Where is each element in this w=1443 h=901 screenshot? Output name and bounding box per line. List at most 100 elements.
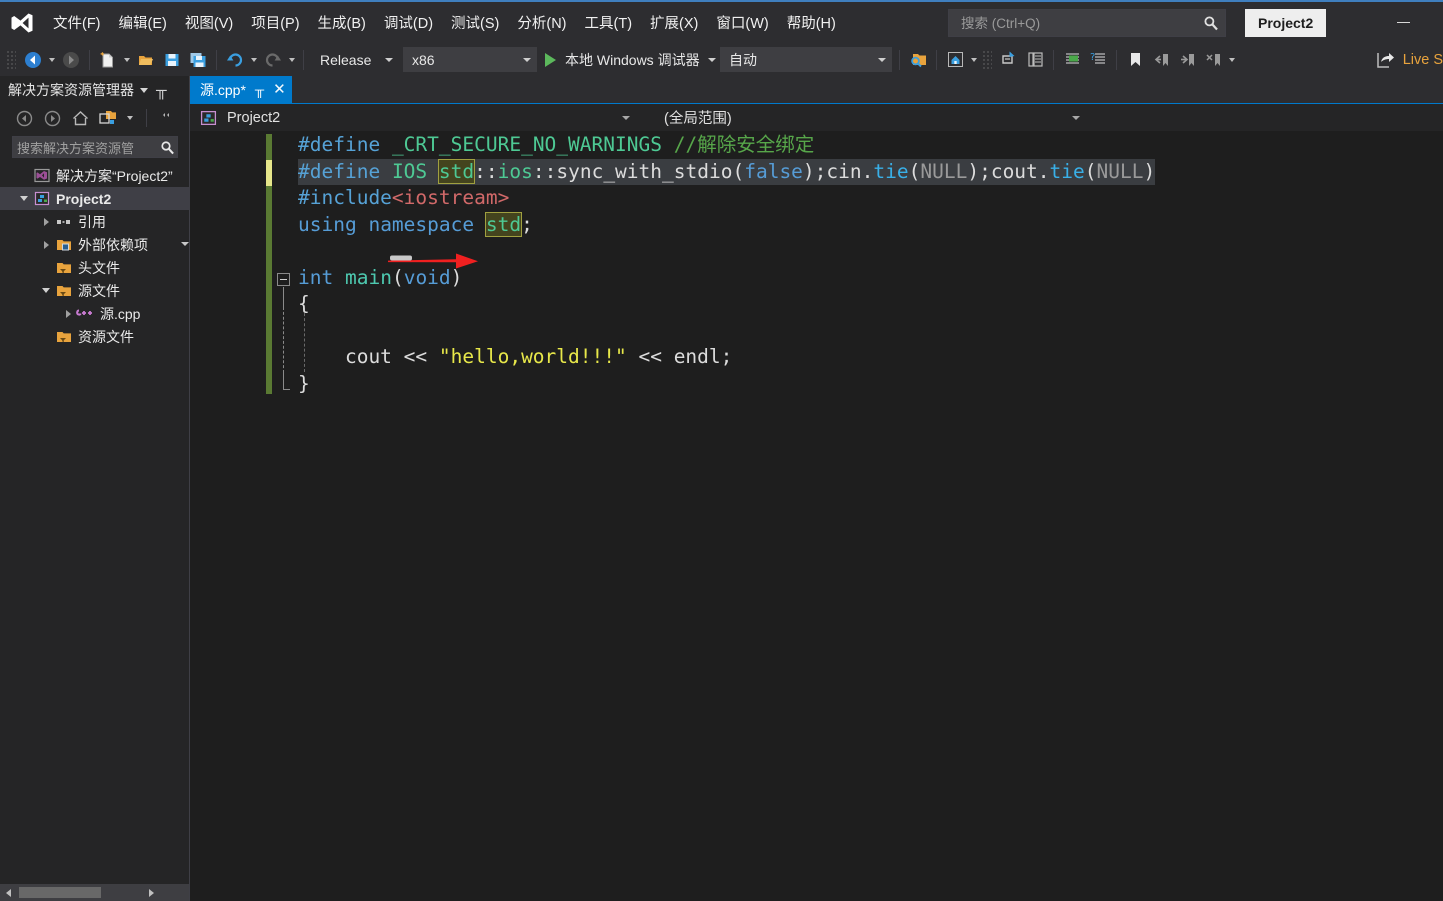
- menu-window[interactable]: 窗口(W): [707, 2, 777, 43]
- auto-combo[interactable]: 自动: [720, 47, 892, 72]
- menu-file[interactable]: 文件(F): [44, 2, 110, 43]
- live-share-button[interactable]: Live S: [1375, 43, 1443, 76]
- chevron-down-icon[interactable]: [140, 88, 148, 93]
- menu-analyze[interactable]: 分析(N): [508, 2, 575, 43]
- undo-dropdown[interactable]: [248, 47, 260, 73]
- tree-expander-collapsed[interactable]: [60, 306, 76, 322]
- show-all-files-icon: [98, 109, 118, 127]
- pin-tab-icon[interactable]: ╥: [255, 82, 264, 97]
- tab-source-cpp[interactable]: 源.cpp* ╥ ✕: [190, 76, 292, 103]
- open-file-button[interactable]: [133, 47, 159, 73]
- code-editor-surface[interactable]: #define _CRT_SECURE_NO_WARNINGS //解除安全绑定…: [190, 132, 1443, 884]
- tree-expander: [16, 168, 32, 184]
- toolbar-grip[interactable]: [982, 50, 992, 70]
- navigate-back-dropdown[interactable]: [46, 47, 58, 73]
- toolbar-separator: [216, 50, 217, 70]
- menu-view-label: 视图(V): [185, 12, 233, 33]
- menu-edit[interactable]: 编辑(E): [110, 2, 176, 43]
- redo-icon: [264, 51, 282, 69]
- hscroll-thumb[interactable]: [19, 887, 101, 898]
- properties-window-button[interactable]: [1022, 47, 1048, 73]
- toolbar-overflow-button[interactable]: [1226, 47, 1238, 73]
- menu-project[interactable]: 项目(P): [242, 2, 308, 43]
- undo-button[interactable]: [222, 47, 248, 73]
- tree-expander-expanded[interactable]: [38, 283, 54, 299]
- global-search-input[interactable]: [959, 15, 1203, 32]
- toolbox-button[interactable]: [996, 47, 1022, 73]
- new-file-button[interactable]: [95, 47, 121, 73]
- sln-show-all-files-button[interactable]: [96, 107, 120, 129]
- menu-debug[interactable]: 调试(D): [375, 2, 442, 43]
- new-file-icon: [99, 51, 117, 69]
- clear-bookmarks-icon: [1204, 50, 1223, 69]
- navigate-forward-button[interactable]: [58, 47, 84, 73]
- toggle-bookmark-button[interactable]: [1122, 47, 1148, 73]
- toolbar-grip[interactable]: [6, 50, 16, 70]
- scroll-right-button[interactable]: [143, 884, 160, 901]
- menu-view[interactable]: 视图(V): [176, 2, 242, 43]
- forward-icon: [44, 110, 61, 127]
- indent-button[interactable]: [1059, 47, 1085, 73]
- code-line-9: cout << "hello,world!!!" << endl;: [298, 344, 732, 371]
- debug-target-combo[interactable]: 本地 Windows 调试器: [563, 47, 716, 72]
- fold-guide-end: [283, 389, 290, 390]
- menu-help[interactable]: 帮助(H): [778, 2, 845, 43]
- save-all-button[interactable]: [185, 47, 211, 73]
- save-all-icon: [189, 51, 207, 69]
- minimize-button[interactable]: [1380, 2, 1426, 43]
- tree-node-source-cpp[interactable]: 源.cpp: [0, 302, 190, 325]
- save-button[interactable]: [159, 47, 185, 73]
- tree-expander-expanded[interactable]: [16, 191, 32, 207]
- toolbar-separator: [89, 50, 90, 70]
- solution-explorer-button[interactable]: [942, 47, 968, 73]
- menu-extensions[interactable]: 扩展(X): [641, 2, 707, 43]
- tree-expander-collapsed[interactable]: [38, 214, 54, 230]
- new-file-dropdown[interactable]: [121, 47, 133, 73]
- code-line-3: #include<iostream>: [298, 185, 509, 212]
- toolbar-separator: [303, 50, 304, 70]
- live-share-label: Live S: [1403, 52, 1443, 68]
- menu-build[interactable]: 生成(B): [309, 2, 375, 43]
- navbar-project-combo[interactable]: Project2: [190, 104, 640, 132]
- navbar-scope-combo[interactable]: (全局范围): [640, 104, 1090, 132]
- next-bookmark-button[interactable]: [1174, 47, 1200, 73]
- tree-node-header-files[interactable]: 头文件: [0, 256, 190, 279]
- solution-explorer-dropdown[interactable]: [968, 47, 980, 73]
- sln-collapse-all-button[interactable]: [157, 107, 181, 129]
- start-debugging-button[interactable]: [539, 47, 561, 73]
- solution-platform-combo[interactable]: x86: [403, 47, 537, 72]
- clear-bookmarks-button[interactable]: [1200, 47, 1226, 73]
- scroll-left-button[interactable]: [0, 884, 17, 901]
- global-search-box[interactable]: [948, 9, 1226, 37]
- close-icon[interactable]: ✕: [273, 82, 286, 97]
- tree-node-references[interactable]: 引用: [0, 210, 190, 233]
- tree-node-label: 解决方案“Project2”: [56, 166, 173, 186]
- solution-explorer-hscrollbar[interactable]: [0, 884, 190, 901]
- sln-back-button[interactable]: [12, 107, 36, 129]
- sln-toolbar-dropdown[interactable]: [124, 105, 136, 131]
- tree-expander-collapsed[interactable]: [38, 237, 54, 253]
- solution-explorer-search-box[interactable]: 搜索解决方案资源管: [12, 136, 178, 158]
- navigate-back-button[interactable]: [20, 47, 46, 73]
- pin-icon[interactable]: ╥: [156, 83, 167, 98]
- tree-node-solution[interactable]: 解决方案“Project2”: [0, 164, 190, 187]
- navigate-forward-icon: [62, 51, 80, 69]
- redo-dropdown[interactable]: [286, 47, 298, 73]
- redo-button[interactable]: [260, 47, 286, 73]
- sln-forward-button[interactable]: [40, 107, 64, 129]
- menu-test[interactable]: 测试(S): [442, 2, 508, 43]
- find-in-files-button[interactable]: [905, 47, 931, 73]
- comment-button[interactable]: ?: [1085, 47, 1111, 73]
- tree-node-resource-files[interactable]: 资源文件: [0, 325, 190, 348]
- sln-home-button[interactable]: [68, 107, 92, 129]
- menu-tools[interactable]: 工具(T): [576, 2, 642, 43]
- previous-bookmark-button[interactable]: [1148, 47, 1174, 73]
- tree-node-source-files[interactable]: 源文件: [0, 279, 190, 302]
- home-icon: [71, 109, 90, 127]
- search-icon: [160, 140, 175, 155]
- chevron-down-icon: [523, 58, 531, 62]
- active-project-badge[interactable]: Project2: [1245, 9, 1326, 37]
- tree-node-external-dependencies[interactable]: 外部依赖项: [0, 233, 190, 256]
- solution-configuration-combo[interactable]: Release: [311, 47, 399, 72]
- tree-node-project2[interactable]: Project2: [0, 187, 190, 210]
